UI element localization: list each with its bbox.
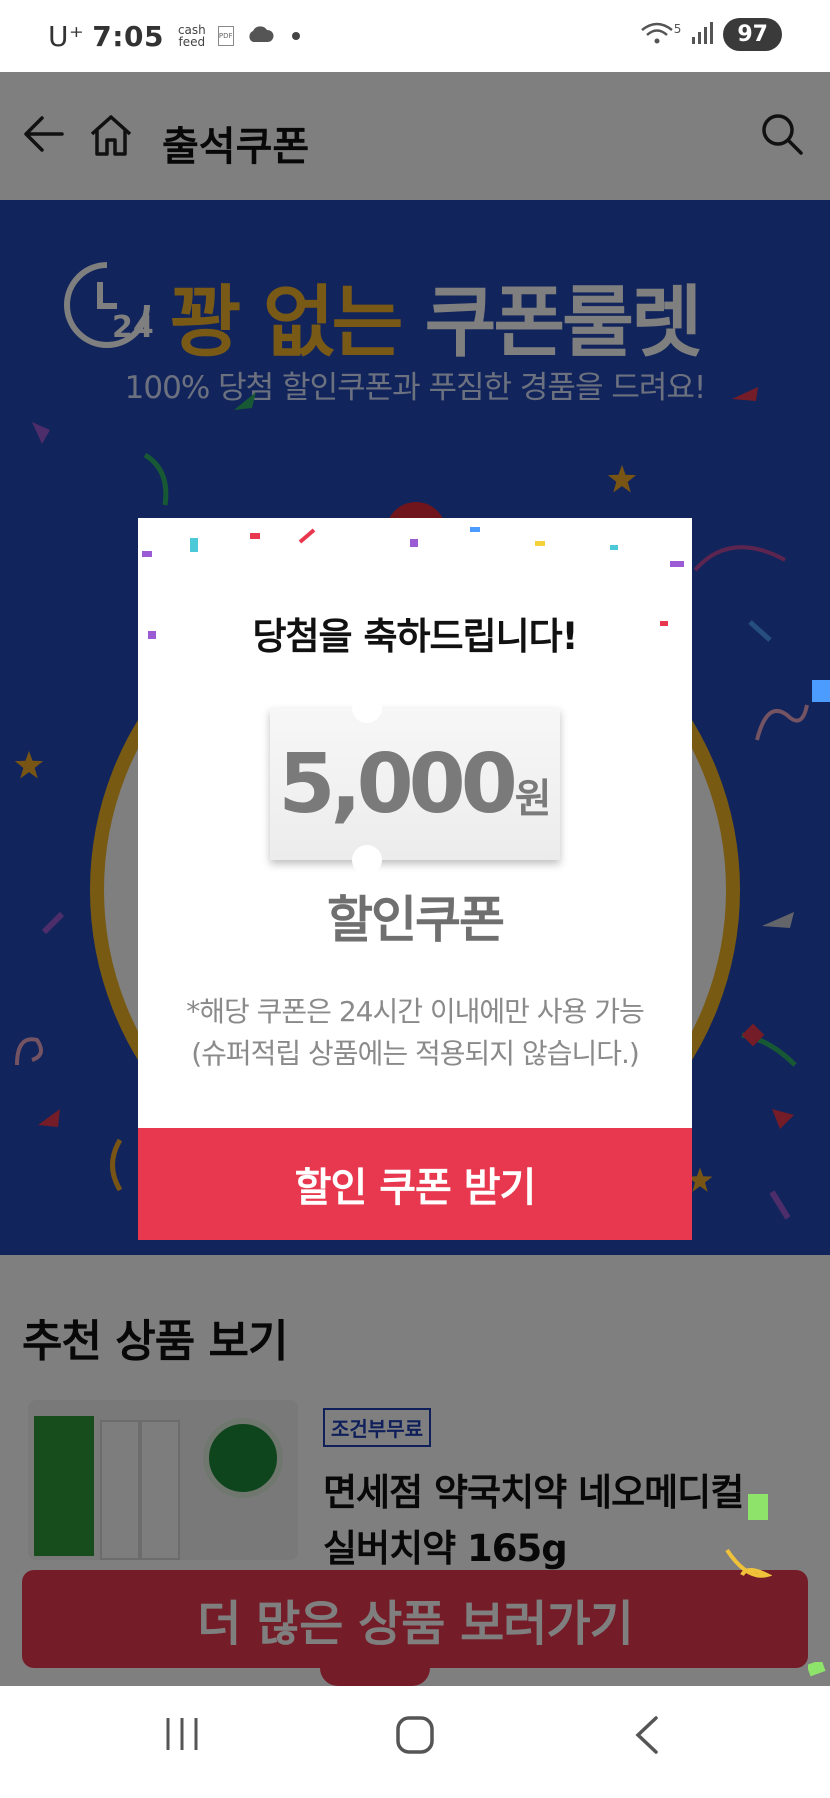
cashfeed-icon: cash feed [178,24,206,48]
coupon-win-modal: 당첨을 축하드립니다! 5,000 원 할인쿠폰 *해당 쿠폰은 24시간 이내… [138,518,692,1240]
coupon-notch [352,845,382,875]
network-type: 5 [673,21,682,36]
coupon-note-line1: *해당 쿠폰은 24시간 이내에만 사용 가능 [186,995,645,1028]
home-nav-icon[interactable] [394,1714,436,1760]
status-carrier: U⁺ [48,19,85,53]
status-time: 7:05 [92,19,164,53]
coupon-amount: 5,000 [278,736,517,832]
signal-icon [691,21,714,49]
confetti-icon [468,524,482,543]
confetti-icon [806,1659,826,1682]
cashfeed-line2: feed [178,35,206,49]
confetti-icon [608,542,622,561]
back-nav-icon[interactable] [632,1714,662,1760]
wifi-icon [640,20,674,50]
confetti-icon [748,1494,768,1524]
coupon-notch [352,693,382,723]
cloud-icon [246,25,274,47]
coupon-note-line2: (슈퍼적립 상품에는 적용되지 않습니다.) [191,1037,640,1070]
notification-dot-icon [291,32,300,40]
modal-title: 당첨을 축하드립니다! [252,615,578,658]
confetti-icon [668,558,686,577]
coupon-ticket: 5,000 원 [270,693,560,875]
recent-apps-icon[interactable] [162,1714,202,1758]
coupon-label: 할인쿠폰 [327,891,505,949]
confetti-icon [248,530,262,549]
confetti-icon [812,680,830,706]
confetti-icon [140,548,154,567]
confetti-icon [408,536,422,555]
confetti-icon [533,538,547,557]
confetti-icon [722,1545,773,1589]
receive-coupon-button[interactable]: 할인 쿠폰 받기 [138,1128,692,1240]
status-bar: U⁺ 7:05 cash feed PDF 5 97 [0,0,830,72]
coupon-unit: 원 [514,776,552,822]
system-nav-bar [0,1686,830,1798]
battery-badge: 97 [723,18,782,51]
confetti-icon [188,536,202,560]
status-right: 5 97 [640,18,782,51]
confetti-icon [298,528,316,548]
pdf-icon: PDF [217,26,234,46]
